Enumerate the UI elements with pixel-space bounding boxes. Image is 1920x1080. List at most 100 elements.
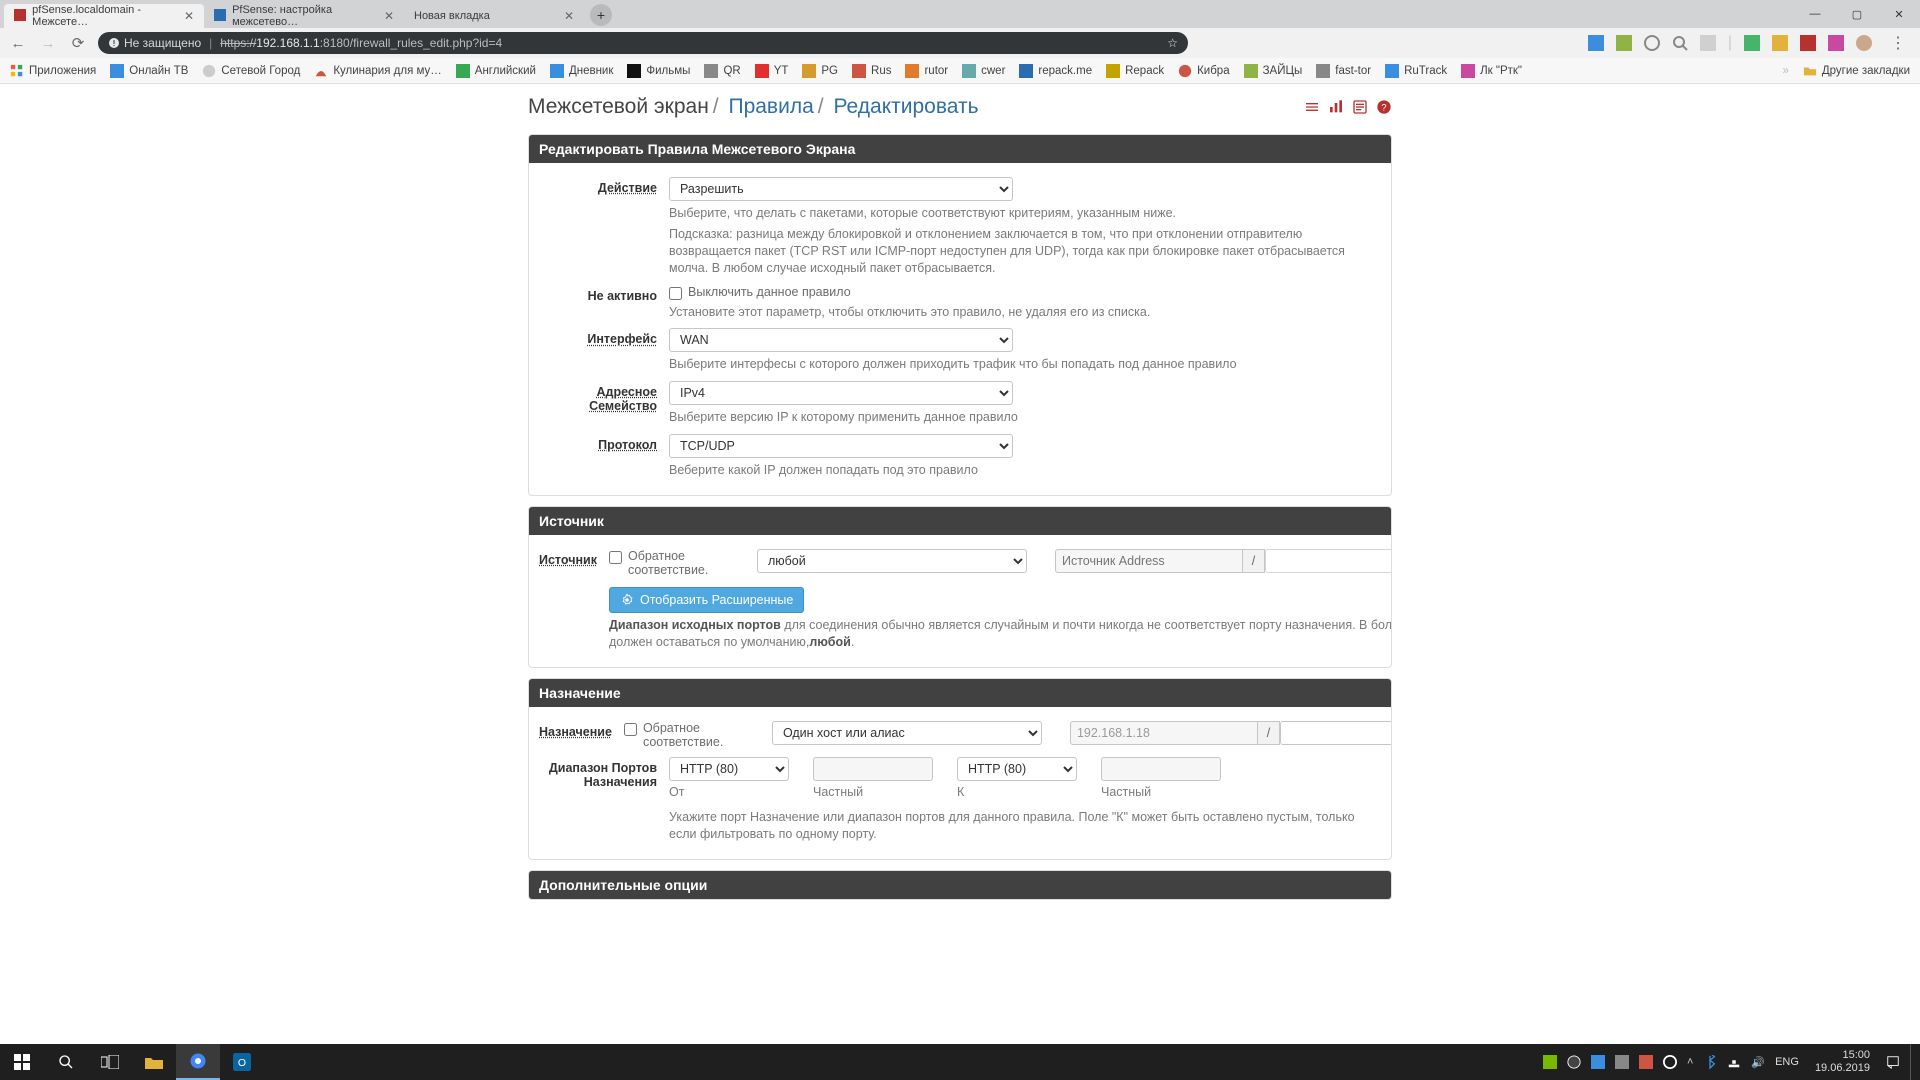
tab-title: Новая вкладка: [414, 10, 490, 22]
bookmark-item[interactable]: YT: [755, 64, 789, 78]
action-select[interactable]: Разрешить: [669, 177, 1013, 201]
omnibox[interactable]: Не защищено | https://192.168.1.1:8180/f…: [98, 32, 1188, 54]
bookmark-item[interactable]: cwer: [962, 64, 1005, 78]
log-icon[interactable]: [1352, 99, 1368, 115]
maximize-button[interactable]: ▢: [1836, 0, 1878, 28]
search-button[interactable]: [44, 1044, 88, 1080]
bookmark-item[interactable]: Кулинария для му…: [314, 64, 441, 78]
show-advanced-button[interactable]: Отобразить Расширенные: [609, 587, 804, 613]
bookmark-item[interactable]: Rus: [852, 64, 891, 78]
dest-mask-select[interactable]: [1280, 721, 1392, 745]
protocol-help: Веберите какой IP должен попадать под эт…: [669, 462, 1381, 479]
bookmark-item[interactable]: RuTrack: [1385, 64, 1447, 78]
breadcrumb-link-edit[interactable]: Редактировать: [833, 95, 978, 118]
ext-icon-generic1[interactable]: [1700, 35, 1716, 51]
forward-button[interactable]: →: [38, 35, 58, 52]
bookmark-item[interactable]: fast-tor: [1316, 64, 1371, 78]
explorer-taskbar-icon[interactable]: [132, 1044, 176, 1080]
ext-icon-badge[interactable]: [1828, 35, 1844, 51]
bookmark-item[interactable]: Фильмы: [627, 64, 690, 78]
tray-bluetooth-icon[interactable]: [1703, 1055, 1717, 1069]
minimize-button[interactable]: —: [1794, 0, 1836, 28]
back-button[interactable]: ←: [8, 35, 28, 52]
bar-chart-icon[interactable]: [1328, 99, 1344, 115]
page-viewport[interactable]: Межсетевой экран/ Правила/ Редактировать…: [0, 84, 1920, 1044]
bookmark-star-icon[interactable]: ☆: [1167, 36, 1178, 50]
ext-icon-avatar[interactable]: [1856, 35, 1872, 51]
dport-to-select[interactable]: HTTP (80): [957, 757, 1077, 781]
tab-1[interactable]: pfSense.localdomain - Межсете… ✕: [4, 4, 204, 28]
new-tab-button[interactable]: +: [590, 4, 612, 26]
dport-custom-label: Частный: [813, 785, 933, 799]
chrome-taskbar-icon[interactable]: [176, 1044, 220, 1080]
close-icon[interactable]: ✕: [184, 9, 194, 23]
panel-title: Назначение: [529, 679, 1391, 707]
close-icon[interactable]: ✕: [384, 9, 394, 23]
bookmark-item[interactable]: ЗАЙЦы: [1244, 64, 1303, 78]
bookmark-item[interactable]: Лк "Ртк": [1461, 64, 1522, 78]
ext-icon-circle[interactable]: [1644, 35, 1660, 51]
bookmark-item[interactable]: rutor: [905, 64, 948, 78]
ext-icon-dropbox[interactable]: [1588, 35, 1604, 51]
bookmark-item[interactable]: repack.me: [1019, 64, 1092, 78]
tray-network-icon[interactable]: [1727, 1055, 1741, 1069]
security-indicator[interactable]: Не защищено: [108, 36, 201, 50]
apps-button[interactable]: Приложения: [10, 64, 96, 78]
breadcrumb-link-rules[interactable]: Правила: [728, 95, 813, 118]
ext-icon-green[interactable]: [1744, 35, 1760, 51]
reload-button[interactable]: ⟳: [68, 34, 88, 52]
start-button[interactable]: [0, 1044, 44, 1080]
ext-icon-yellow[interactable]: [1772, 35, 1788, 51]
favicon-generic: [214, 9, 226, 23]
tray-icon[interactable]: [1591, 1055, 1605, 1069]
ext-icon-search[interactable]: [1672, 35, 1688, 51]
help-icon[interactable]: ?: [1376, 99, 1392, 115]
tray-clock[interactable]: 15:00 19.06.2019: [1809, 1049, 1876, 1074]
addrfam-select[interactable]: IPv4: [669, 381, 1013, 405]
show-desktop-button[interactable]: [1910, 1044, 1916, 1080]
source-invert-checkbox[interactable]: [609, 551, 622, 564]
other-bookmarks-button[interactable]: Другие закладки: [1803, 64, 1910, 78]
tab-2[interactable]: PfSense: настройка межсетево… ✕: [204, 4, 404, 28]
tray-icon[interactable]: [1567, 1055, 1581, 1069]
disabled-checkbox[interactable]: [669, 287, 682, 300]
tray-notifications-icon[interactable]: [1886, 1055, 1900, 1069]
dport-from-select[interactable]: HTTP (80): [669, 757, 789, 781]
label-destination: Назначение: [539, 721, 624, 749]
tab-3[interactable]: Новая вкладка ✕: [404, 4, 584, 28]
bookmark-item[interactable]: PG: [802, 64, 838, 78]
breadcrumb: Межсетевой экран/ Правила/ Редактировать: [528, 95, 979, 119]
close-icon[interactable]: ✕: [564, 9, 574, 23]
security-label: Не защищено: [124, 36, 201, 50]
interface-select[interactable]: WAN: [669, 328, 1013, 352]
bookmark-item[interactable]: Дневник: [550, 64, 613, 78]
dest-address-input[interactable]: [1070, 721, 1258, 745]
sliders-icon[interactable]: [1304, 99, 1320, 115]
taskview-button[interactable]: [88, 1044, 132, 1080]
ext-icon-square[interactable]: [1616, 35, 1632, 51]
bookmark-item[interactable]: Онлайн ТВ: [110, 64, 188, 78]
browser-menu-button[interactable]: ⋮: [1884, 33, 1912, 53]
outlook-taskbar-icon[interactable]: O: [220, 1044, 264, 1080]
tray-icon[interactable]: [1543, 1055, 1557, 1069]
ext-icon-red[interactable]: [1800, 35, 1816, 51]
tray-language[interactable]: ENG: [1775, 1056, 1799, 1068]
tray-icon[interactable]: [1639, 1055, 1653, 1069]
tray-icon[interactable]: [1615, 1055, 1629, 1069]
close-window-button[interactable]: ✕: [1878, 0, 1920, 28]
bookmark-item[interactable]: Repack: [1106, 64, 1164, 78]
dest-invert-checkbox[interactable]: [624, 723, 637, 736]
dest-type-select[interactable]: Один хост или алиас: [772, 721, 1042, 745]
tray-volume-icon[interactable]: 🔊: [1751, 1056, 1765, 1069]
source-type-select[interactable]: любой: [757, 549, 1027, 573]
label-interface: Интерфейс: [539, 328, 669, 373]
bookmark-item[interactable]: Английский: [456, 64, 536, 78]
tray-chevron-up-icon[interactable]: ˄: [1687, 1056, 1693, 1068]
protocol-select[interactable]: TCP/UDP: [669, 434, 1013, 458]
bookmark-item[interactable]: QR: [704, 64, 740, 78]
bookmark-item[interactable]: Кибра: [1178, 64, 1230, 78]
invert-label: Обратное соответствие.: [628, 549, 729, 577]
dport-from-custom-input: [813, 757, 933, 781]
bookmark-item[interactable]: Сетевой Город: [202, 64, 300, 78]
tray-icon[interactable]: [1663, 1055, 1677, 1069]
